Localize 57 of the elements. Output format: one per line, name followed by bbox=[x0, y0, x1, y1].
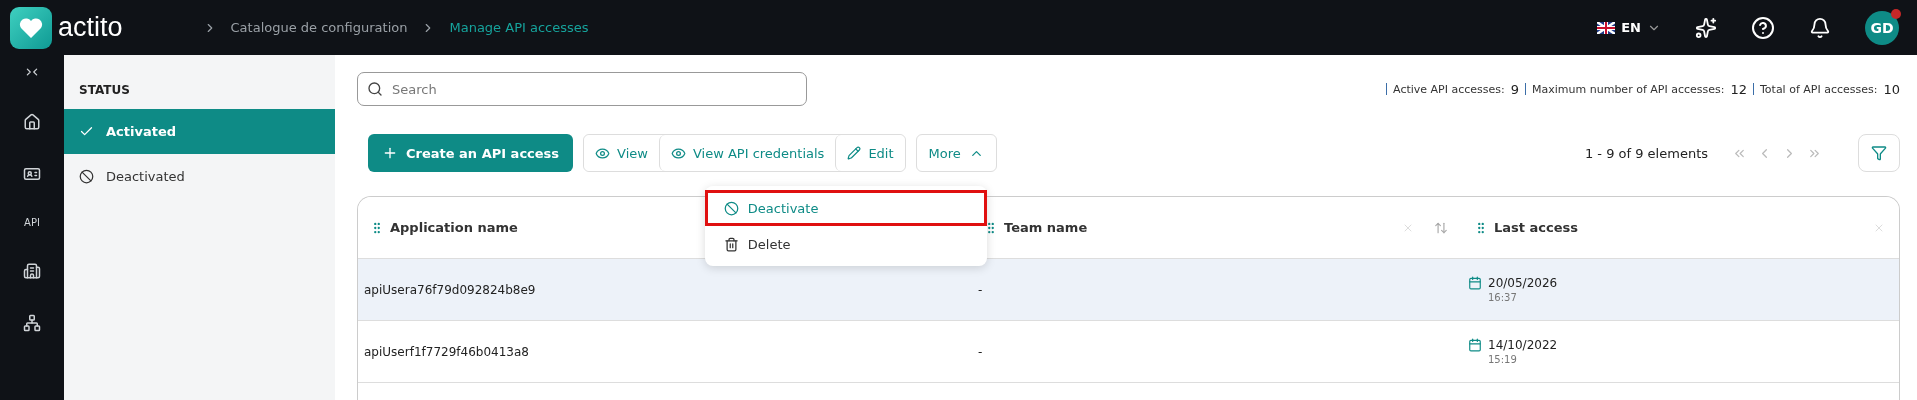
search-icon bbox=[367, 81, 383, 97]
logo-icon bbox=[10, 6, 52, 49]
breadcrumb-link[interactable]: Catalogue de configuration bbox=[230, 20, 408, 35]
table-cell-text: - bbox=[977, 282, 984, 297]
table-cell-text: apiUserf1f7729f46b0413a8 bbox=[363, 344, 530, 359]
api-nav-item[interactable]: API bbox=[24, 217, 40, 228]
filter-button[interactable] bbox=[1858, 134, 1900, 172]
table-cell-text: apiUsera76f79d092824b8e9 bbox=[363, 282, 537, 297]
sidebar-item[interactable]: Deactivated bbox=[64, 154, 335, 199]
stat-label: Active API accesses: bbox=[1393, 82, 1505, 96]
stat-value: 9 bbox=[1510, 81, 1520, 97]
eye-icon bbox=[595, 145, 611, 161]
calendar-icon bbox=[1468, 338, 1482, 352]
building-icon[interactable] bbox=[23, 262, 41, 280]
stat-value: 10 bbox=[1883, 81, 1900, 97]
table-cell-text: - bbox=[977, 344, 984, 359]
pagination-text: 1 - 9 of 9 elements bbox=[1584, 145, 1708, 161]
time-text: 15:19 bbox=[1488, 354, 1518, 365]
collapse-icon[interactable] bbox=[25, 65, 39, 79]
create-button[interactable]: Create an API access bbox=[368, 134, 574, 172]
more-button[interactable]: More bbox=[915, 134, 997, 172]
home-icon[interactable] bbox=[23, 113, 41, 131]
menu-item[interactable]: Delete bbox=[704, 226, 987, 262]
help-icon[interactable] bbox=[1751, 15, 1775, 40]
eye-icon bbox=[670, 145, 686, 161]
stat-label: Total of API accesses: bbox=[1760, 82, 1878, 96]
column-header[interactable]: Last access bbox=[1494, 220, 1578, 235]
sort-icon[interactable] bbox=[1434, 220, 1448, 235]
calendar-icon bbox=[1468, 276, 1482, 290]
date-text: 20/05/2026 bbox=[1488, 276, 1558, 290]
bell-icon[interactable] bbox=[1809, 16, 1831, 39]
action-button[interactable]: Edit bbox=[835, 135, 905, 171]
column-header[interactable]: Application name bbox=[390, 220, 518, 235]
date-text: 14/10/2022 bbox=[1488, 338, 1558, 352]
pencil-icon bbox=[847, 146, 862, 160]
stat-label: Maximum number of API accesses: bbox=[1532, 82, 1725, 96]
trash-icon bbox=[723, 236, 739, 252]
filter-icon bbox=[1871, 145, 1887, 161]
sidebar-title: STATUS bbox=[78, 83, 131, 99]
id-card-icon[interactable] bbox=[23, 165, 41, 183]
user-avatar[interactable]: GD bbox=[1865, 10, 1899, 45]
hierarchy-icon[interactable] bbox=[23, 314, 41, 332]
ban-icon bbox=[723, 200, 739, 216]
language-selector[interactable]: EN bbox=[1597, 20, 1661, 35]
stat-value: 12 bbox=[1730, 81, 1747, 97]
breadcrumb-link[interactable]: Manage API accesses bbox=[449, 20, 589, 35]
plus-icon bbox=[382, 145, 398, 161]
time-text: 16:37 bbox=[1488, 292, 1518, 303]
menu-item[interactable]: Deactivate bbox=[704, 190, 987, 226]
sidebar-item[interactable]: Activated bbox=[64, 109, 335, 154]
column-header[interactable]: Team name bbox=[1004, 220, 1088, 235]
ban-icon bbox=[79, 169, 94, 184]
search-field[interactable]: Search bbox=[357, 72, 807, 106]
sparkles-icon[interactable] bbox=[1695, 16, 1717, 39]
flag-icon bbox=[1597, 21, 1616, 34]
logo-text: actito bbox=[58, 12, 123, 43]
table-row[interactable]: apiUsera76f79d092824b8e9 - 20/05/2026 16:37 bbox=[358, 259, 1899, 321]
